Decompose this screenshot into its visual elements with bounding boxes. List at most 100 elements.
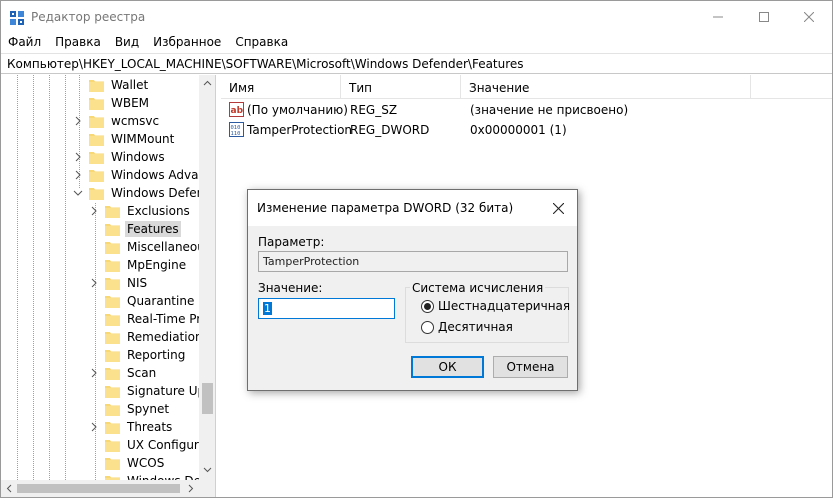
tree-item[interactable]: UX Configurat (105, 436, 213, 454)
tree-item[interactable]: WBEM (89, 94, 151, 112)
ok-button[interactable]: ОК (411, 356, 484, 378)
chevron-right-icon[interactable] (89, 422, 99, 432)
scrollbar-thumb[interactable] (17, 484, 180, 493)
binary-value-icon: 010 110 (229, 122, 244, 137)
folder-icon (105, 439, 120, 452)
value-label: Значение: (258, 281, 323, 295)
tree-item[interactable]: Threats (91, 418, 174, 436)
radio-checked-icon (421, 299, 434, 313)
tree-item[interactable]: Spynet (105, 400, 171, 418)
tree-item[interactable]: wcmsvc (75, 112, 161, 130)
scroll-down-icon[interactable] (203, 465, 212, 474)
dialog-close-button[interactable] (548, 198, 568, 218)
value-data: 0x00000001 (1) (470, 123, 567, 137)
radio-hexadecimal[interactable]: Шестнадцатеричная (421, 299, 570, 313)
column-value[interactable]: Значение (461, 75, 751, 99)
scroll-corner (199, 480, 215, 497)
tree-item[interactable]: Windows Advanc (75, 166, 215, 184)
scroll-up-icon[interactable] (203, 79, 212, 88)
tree-item[interactable]: Windows Defend (73, 184, 214, 202)
parameter-label: Параметр: (258, 235, 325, 249)
menu-file[interactable]: Файл (1, 33, 48, 53)
cancel-button[interactable]: Отмена (493, 356, 568, 378)
folder-icon (105, 331, 120, 344)
address-bar[interactable]: Компьютер\HKEY_LOCAL_MACHINE\SOFTWARE\Mi… (1, 53, 832, 74)
list-row[interactable]: ab (По умолчанию) REG_SZ (значение не пр… (221, 100, 832, 120)
folder-icon (105, 205, 120, 218)
base-groupbox (405, 287, 569, 343)
tree-item[interactable]: Quarantine (105, 292, 196, 310)
tree-item[interactable]: Scan (91, 364, 158, 382)
chevron-right-icon[interactable] (89, 278, 99, 288)
tree-item[interactable]: Remediation (105, 328, 205, 346)
tree-item[interactable]: MpEngine (105, 256, 188, 274)
tree-item-selected[interactable]: Features (105, 220, 181, 238)
tree-item-label: WCOS (127, 456, 165, 470)
menu-bar: Файл Правка Вид Избранное Справка (1, 33, 832, 53)
folder-icon (105, 241, 120, 254)
scrollbar-thumb[interactable] (202, 383, 213, 414)
folder-icon (105, 385, 120, 398)
column-name[interactable]: Имя (221, 75, 341, 99)
tree-item[interactable]: Windows (75, 148, 167, 166)
close-button[interactable] (786, 1, 832, 32)
menu-help[interactable]: Справка (228, 33, 295, 53)
maximize-icon (759, 11, 769, 22)
parameter-name-field: TamperProtection (258, 251, 568, 272)
chevron-right-icon[interactable] (73, 170, 83, 180)
chevron-right-icon[interactable] (89, 206, 99, 216)
folder-icon (105, 259, 120, 272)
tree-item[interactable]: WCOS (105, 454, 166, 472)
tree-horizontal-scrollbar[interactable] (1, 480, 199, 497)
tree-item[interactable]: Reporting (105, 346, 187, 364)
tree-item-label: Threats (127, 420, 173, 434)
radio-decimal[interactable]: Десятичная (421, 320, 513, 334)
tree-item-label: Spynet (127, 402, 170, 416)
minimize-button[interactable] (695, 1, 741, 32)
folder-icon (105, 457, 120, 470)
scroll-right-icon[interactable] (186, 484, 195, 493)
value-data: (значение не присвоено) (470, 103, 629, 117)
window-title: Редактор реестра (31, 10, 146, 24)
chevron-right-icon[interactable] (73, 116, 83, 126)
scroll-left-icon[interactable] (5, 484, 14, 493)
svg-text:ab: ab (231, 106, 244, 116)
string-value-icon: ab (229, 102, 244, 117)
tree-item[interactable]: WIMMount (89, 130, 176, 148)
folder-icon (105, 223, 120, 236)
folder-icon (105, 421, 120, 434)
chevron-right-icon[interactable] (73, 152, 83, 162)
tree-item[interactable]: NIS (91, 274, 149, 292)
tree-item-label: Reporting (127, 348, 186, 362)
value-type: REG_DWORD (350, 123, 430, 137)
value-input[interactable]: 1 (258, 298, 395, 319)
list-row[interactable]: 010 110 TamperProtection REG_DWORD 0x000… (221, 120, 832, 140)
chevron-right-icon[interactable] (89, 368, 99, 378)
registry-editor-window: Редактор реестра Файл Правка Вид Избранн… (0, 0, 833, 498)
dialog-title-bar: Изменение параметра DWORD (32 бита) (248, 190, 577, 226)
value-name: TamperProtection (247, 123, 353, 137)
tree-item-label: wcmsvc (111, 114, 160, 128)
chevron-down-icon[interactable] (73, 188, 83, 198)
tree-item-label: NIS (127, 276, 148, 290)
minimize-icon (713, 16, 723, 17)
column-type[interactable]: Тип (341, 75, 461, 99)
folder-icon (105, 295, 120, 308)
list-header: Имя Тип Значение (221, 75, 832, 99)
folder-icon (105, 313, 120, 326)
registry-tree: Wallet WBEM wcmsvc WIMMount Windows Wind… (1, 75, 216, 497)
menu-view[interactable]: Вид (108, 33, 146, 53)
tree-item[interactable]: Exclusions (91, 202, 192, 220)
tree-item[interactable]: Wallet (89, 76, 150, 94)
menu-favorites[interactable]: Избранное (146, 33, 228, 53)
maximize-button[interactable] (741, 1, 787, 32)
menu-edit[interactable]: Правка (48, 33, 108, 53)
registry-editor-icon (10, 11, 24, 25)
edit-dword-dialog: Изменение параметра DWORD (32 бита) Пара… (247, 189, 578, 391)
folder-icon (89, 79, 104, 92)
radio-decimal-label: Десятичная (438, 320, 513, 334)
tree-item[interactable]: Miscellaneous (105, 238, 213, 256)
tree-vertical-scrollbar[interactable] (199, 75, 215, 480)
folder-icon (105, 277, 120, 290)
tree-item-label: Exclusions (127, 204, 190, 218)
